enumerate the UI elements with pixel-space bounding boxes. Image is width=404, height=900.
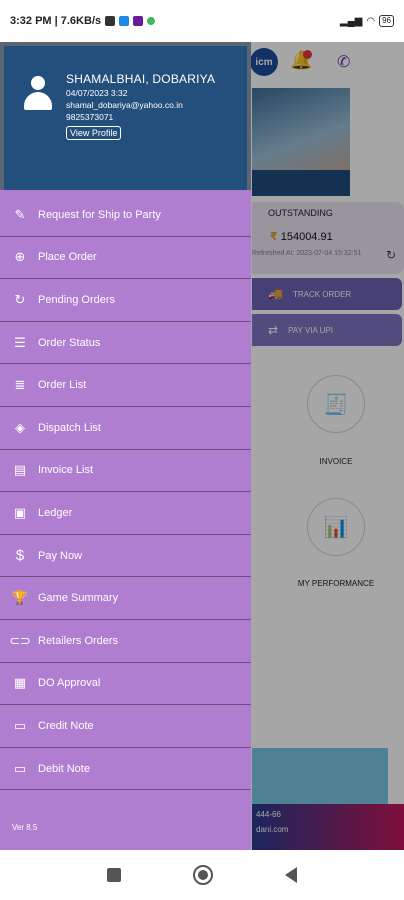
tag-icon: ◈ (15, 419, 25, 435)
menu-label: Pay Now (38, 549, 83, 562)
menu-label: Dispatch List (38, 421, 101, 434)
card-icon: ▭ (13, 717, 27, 733)
menu-order-status[interactable]: ☰ Order Status (0, 322, 251, 365)
link-icon: ⊂⊃ (9, 632, 31, 648)
avatar-icon (22, 76, 54, 110)
back-button[interactable] (285, 867, 297, 883)
signal-icon: ▂▄▆ (339, 15, 363, 27)
menu-label: Debit Note (38, 762, 90, 775)
app-status-icon (119, 16, 130, 26)
wifi-icon: ◠ (366, 15, 376, 27)
menu-credit-note[interactable]: ▭ Credit Note (0, 705, 251, 748)
home-button[interactable] (193, 865, 213, 885)
app2-status-icon (133, 16, 144, 26)
menu-pending-orders[interactable]: ↻ Pending Orders (0, 279, 251, 322)
battery-icon: 96 (379, 15, 394, 27)
menu-label: Pending Orders (38, 293, 116, 306)
menu-debit-note[interactable]: ▭ Debit Note (0, 748, 251, 791)
menu-label: DO Approval (38, 677, 101, 690)
notification-dot-icon (147, 17, 156, 25)
card-icon: ▭ (13, 760, 27, 776)
menu-game-summary[interactable]: 🏆 Game Summary (0, 577, 251, 620)
menu-invoice-list[interactable]: ▤ Invoice List (0, 450, 251, 493)
menu-label: Request for Ship to Party (38, 208, 161, 221)
document-icon: ▤ (13, 462, 27, 478)
login-datetime: 04/07/2023 3:32 (66, 88, 128, 98)
menu-label: Credit Note (38, 719, 94, 732)
menu-label: Order List (38, 379, 87, 392)
dollar-icon: $ (15, 547, 25, 565)
pencil-icon: ✎ (14, 206, 26, 222)
ledger-icon: ▣ (13, 504, 27, 520)
app-version: Ver 8.5 (12, 823, 38, 832)
refresh-icon: ↻ (14, 291, 26, 307)
menu-retailers-orders[interactable]: ⊂⊃ Retailers Orders (0, 620, 251, 663)
menu-ledger[interactable]: ▣ Ledger (0, 492, 251, 535)
profile-panel: SHAMALBHAI, DOBARIYA 04/07/2023 3:32 sha… (4, 46, 247, 190)
view-profile-button[interactable]: View Profile (66, 126, 122, 140)
menu-dispatch-list[interactable]: ◈ Dispatch List (0, 407, 251, 450)
menu-request-ship-to-party[interactable]: ✎ Request for Ship to Party (0, 194, 251, 237)
user-name: SHAMALBHAI, DOBARIYA (66, 72, 216, 86)
list-icon: ≣ (14, 377, 26, 393)
system-nav-bar (0, 850, 404, 900)
menu-do-approval[interactable]: ▦ DO Approval (0, 663, 251, 706)
menu-pay-now[interactable]: $ Pay Now (0, 535, 251, 578)
menu-label: Order Status (38, 336, 101, 349)
approval-icon: ▦ (13, 675, 27, 691)
menu-label: Ledger (38, 506, 73, 519)
menu-label: Retailers Orders (38, 634, 119, 647)
trophy-icon: 🏆 (11, 590, 29, 606)
drawer-header: SHAMALBHAI, DOBARIYA 04/07/2023 3:32 sha… (0, 42, 251, 190)
add-circle-icon: ⊕ (14, 249, 26, 265)
menu-order-list[interactable]: ≣ Order List (0, 364, 251, 407)
menu-place-order[interactable]: ⊕ Place Order (0, 237, 251, 280)
status-time: 3:32 PM | 7.6KB/s (10, 15, 102, 27)
settings-status-icon (105, 16, 116, 26)
recents-button[interactable] (107, 868, 121, 882)
menu-label: Game Summary (38, 592, 119, 605)
user-email: shamal_dobariya@yahoo.co.in (66, 100, 183, 110)
drawer-menu: ✎ Request for Ship to Party ⊕ Place Orde… (0, 194, 251, 791)
menu-label: Place Order (38, 251, 97, 264)
menu-label: Invoice List (38, 464, 94, 477)
screen: 3:32 PM | 7.6KB/s ▂▄▆ ◠ 96 icm 🔔 ✆ OUTST… (0, 0, 404, 900)
status-icon: ☰ (14, 334, 26, 350)
user-phone: 9825373071 (66, 112, 114, 122)
status-bar: 3:32 PM | 7.6KB/s ▂▄▆ ◠ 96 (0, 0, 404, 42)
navigation-drawer: SHAMALBHAI, DOBARIYA 04/07/2023 3:32 sha… (0, 42, 251, 850)
